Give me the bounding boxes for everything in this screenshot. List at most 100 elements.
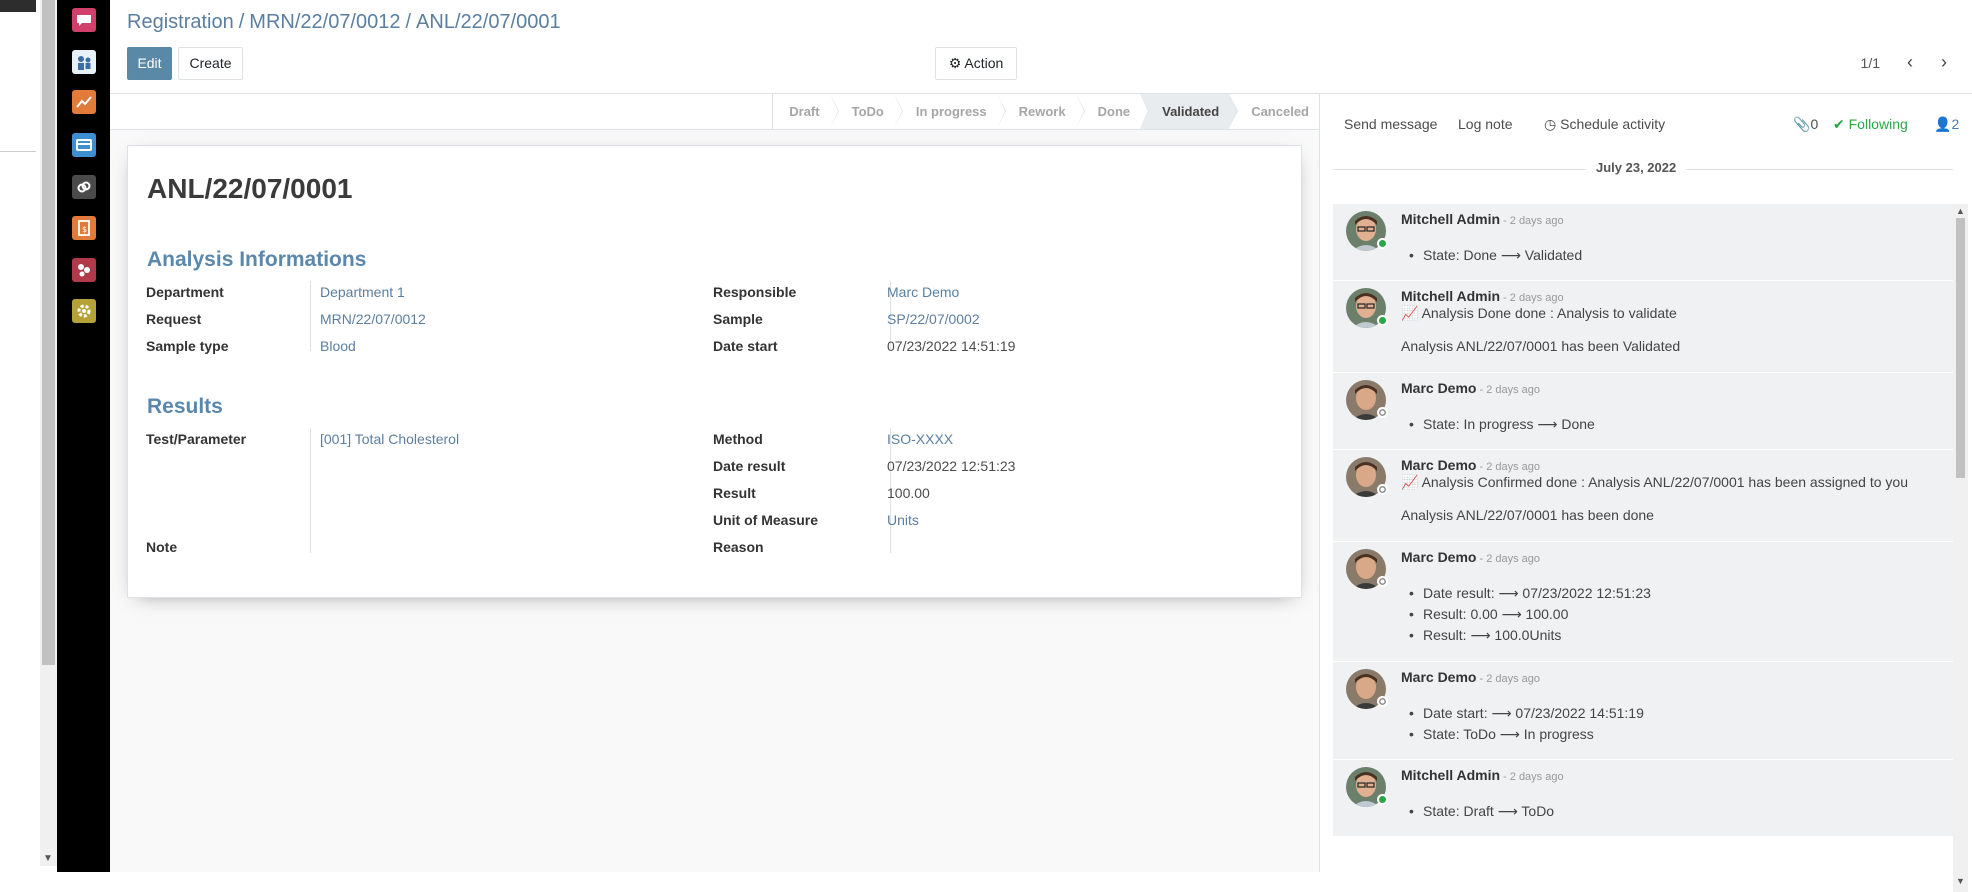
next-record-icon[interactable]: › [1933,51,1955,75]
send-message-button[interactable]: Send message [1344,116,1437,132]
settings-icon[interactable] [72,299,96,323]
chatter: Send message Log note ◷ Schedule activit… [1319,94,1972,892]
message-author[interactable]: Mitchell Admin - 2 days ago [1401,211,1564,227]
patients-icon[interactable] [72,50,96,74]
following-label: Following [1848,116,1908,132]
message-author[interactable]: Marc Demo - 2 days ago [1401,457,1540,473]
presence-indicator [1377,576,1388,587]
message-text-content: Analysis Confirmed done : Analysis ANL/2… [1421,474,1908,490]
presence-indicator [1377,794,1388,805]
sample-label: Sample [713,311,763,327]
date-result-label: Date result [713,458,786,474]
edit-button[interactable]: Edit [127,47,172,80]
documents-icon[interactable]: $ [72,216,96,240]
stage-canceled[interactable]: Canceled [1229,94,1319,129]
author-name: Mitchell Admin [1401,288,1501,304]
clock-icon: ◷ [1544,116,1557,132]
department-label: Department [146,284,224,300]
followers-button[interactable]: 👤2 [1934,116,1959,133]
action-button[interactable]: ⚙ Action [935,47,1017,80]
scrollbar-thumb[interactable] [42,0,55,665]
sample-type-link[interactable]: Blood [320,335,356,357]
chatter-message: Marc Demo - 2 days ago 📈 Analysis Confirme… [1333,450,1953,542]
schedule-activity-label: Schedule activity [1560,116,1666,132]
uom-link[interactable]: Units [887,509,919,531]
billing-icon[interactable] [72,133,96,157]
scroll-up-icon[interactable]: ▲ [1956,206,1965,216]
sample-link[interactable]: SP/22/07/0002 [887,308,980,330]
stage-validated[interactable]: Validated [1140,94,1239,129]
request-label: Request [146,311,202,327]
message-text-content: Analysis Done done : Analysis to validat… [1421,305,1677,321]
stage-done[interactable]: Done [1076,94,1149,129]
breadcrumb: Registration / MRN/22/07/0012/ANL/22/07/00… [127,11,561,34]
followers-count: 2 [1951,116,1960,132]
status-bar: Draft ToDo In progress Rework Done Validated C… [110,94,1319,130]
stage-rework[interactable]: Rework [997,94,1085,129]
responsible-link[interactable]: Marc Demo [887,281,959,303]
message-date: - 2 days ago [1503,215,1564,227]
message-author[interactable]: Mitchell Admin - 2 days ago [1401,767,1564,783]
tracking-value: State: ToDo ⟶ In progress [1409,726,1594,743]
message-date: - 2 days ago [1479,553,1541,565]
reporting-icon[interactable] [72,90,96,114]
message-date: - 2 days ago [1479,384,1541,396]
previous-record-icon[interactable]: ‹ [1899,51,1921,75]
tracking-value: Date start: ⟶ 07/23/2022 14:51:19 [1409,705,1644,722]
message-author[interactable]: Marc Demo - 2 days ago [1401,549,1540,565]
lab-icon[interactable] [72,258,96,282]
chatter-scrollbar-thumb[interactable] [1956,218,1965,478]
chatter-message: Marc Demo- 2 days ago Date start: ⟶ 07/23… [1333,662,1953,760]
department-link[interactable]: Department 1 [320,281,405,303]
message-text: Analysis ANL/22/07/0001 has been done [1401,507,1654,523]
discuss-icon[interactable] [72,8,96,32]
scroll-down-icon[interactable]: ▼ [1956,876,1965,886]
tracking-value: State: Done ⟶ Validated [1409,247,1582,264]
breadcrumb-request[interactable]: MRN/22/07/0012 [249,11,400,33]
tracking-value: Result: ⟶ 100.0Units [1409,627,1561,644]
app-sidebar: $ [57,0,110,872]
breadcrumb-separator: / [405,11,412,33]
tracking-value: Result: 0.00 ⟶ 100.00 [1409,606,1568,623]
chatter-scrollbar[interactable]: ▲ ▼ [1953,204,1968,892]
scroll-down-icon[interactable]: ▼ [43,854,53,864]
result-label: Result [713,485,756,501]
test-parameter-label: Test/Parameter [146,431,247,447]
note-label: Note [146,539,178,555]
chart-icon: 📈 [1401,305,1419,321]
breadcrumb-separator: / [238,11,245,33]
result-value: 100.00 [887,485,930,501]
author-name: Mitchell Admin [1401,767,1501,783]
check-icon: ✔ [1833,116,1845,132]
attachments-count: 0 [1810,116,1819,132]
message-list: Mitchell Admin- 2 days agoState: Done ⟶ … [1333,204,1953,836]
schedule-activity-button[interactable]: ◷ Schedule activity [1544,116,1665,133]
following-button[interactable]: ✔ Following [1833,116,1908,133]
presence-indicator [1377,238,1388,249]
stage-draft[interactable]: Draft [773,94,839,129]
links-icon[interactable] [72,175,96,199]
method-link[interactable]: ISO-XXXX [887,428,953,450]
breadcrumb-registration[interactable]: Registration [127,11,234,33]
page-scrollbar[interactable]: ▼ [40,0,57,866]
message-author[interactable]: Marc Demo - 2 days ago [1401,380,1540,396]
create-button[interactable]: Create [178,47,243,80]
user-icon: 👤 [1934,116,1952,132]
main-content: Registration / MRN/22/07/0012/ANL/22/07/00… [110,0,1972,892]
log-note-button[interactable]: Log note [1458,116,1513,132]
presence-indicator [1377,315,1388,326]
section-analysis-informations: Analysis Informations [147,248,367,271]
attachments-button[interactable]: 📎0 [1793,116,1818,133]
stage-in-progress[interactable]: In progress [894,94,1006,129]
responsible-label: Responsible [713,284,797,300]
stage-todo[interactable]: ToDo [830,94,904,129]
message-date: - 2 days ago [1479,461,1541,473]
test-parameter-link[interactable]: [001] Total Cholesterol [320,428,459,450]
pager-value[interactable]: 1/1 [1861,55,1880,71]
chatter-message: Mitchell Admin - 2 days ago 📈 Analysis Don… [1333,281,1953,373]
request-link[interactable]: MRN/22/07/0012 [320,308,426,330]
author-name: Marc Demo [1401,669,1477,685]
message-author[interactable]: Marc Demo - 2 days ago [1401,669,1540,685]
message-author[interactable]: Mitchell Admin - 2 days ago [1401,288,1564,304]
action-label: Action [964,55,1004,71]
